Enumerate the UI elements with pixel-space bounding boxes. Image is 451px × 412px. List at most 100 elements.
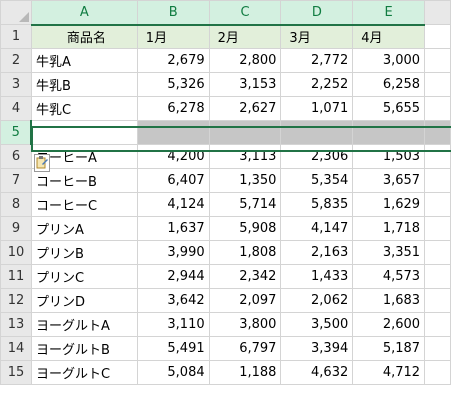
- cell[interactable]: 5,326: [136, 72, 210, 97]
- cell[interactable]: 牛乳A: [30, 48, 138, 73]
- cell[interactable]: [424, 120, 451, 145]
- row-header[interactable]: 2: [0, 48, 32, 73]
- row-header[interactable]: 5: [0, 120, 33, 145]
- row-header[interactable]: 15: [0, 360, 32, 385]
- cell[interactable]: [424, 216, 451, 241]
- cell[interactable]: 1,350: [208, 168, 282, 193]
- cell[interactable]: 5,084: [136, 360, 210, 385]
- cell[interactable]: 3,110: [136, 312, 210, 337]
- cell[interactable]: [424, 96, 451, 121]
- cell[interactable]: 2,627: [208, 96, 282, 121]
- cell[interactable]: 2,163: [280, 240, 354, 265]
- cell[interactable]: [424, 144, 451, 169]
- cell[interactable]: 3,500: [280, 312, 354, 337]
- row-header[interactable]: 12: [0, 288, 32, 313]
- paste-options-icon[interactable]: [34, 154, 50, 172]
- column-header-c[interactable]: C: [208, 0, 282, 26]
- cell[interactable]: 5,491: [136, 336, 210, 361]
- row-header[interactable]: 7: [0, 168, 32, 193]
- cell[interactable]: [424, 168, 451, 193]
- cell[interactable]: [424, 24, 451, 49]
- cell[interactable]: 1,637: [136, 216, 210, 241]
- cell[interactable]: コーヒーB: [30, 168, 138, 193]
- cell[interactable]: 1,433: [280, 264, 354, 289]
- cell[interactable]: 1,503: [352, 144, 426, 169]
- cell[interactable]: プリンB: [30, 240, 138, 265]
- row-header[interactable]: 6: [0, 144, 32, 169]
- cell[interactable]: プリンA: [30, 216, 138, 241]
- cell[interactable]: 2,342: [208, 264, 282, 289]
- select-all-corner[interactable]: [0, 0, 32, 25]
- cell[interactable]: 2,600: [352, 312, 426, 337]
- cell[interactable]: 2,097: [208, 288, 282, 313]
- cell[interactable]: 1,808: [208, 240, 282, 265]
- row-header[interactable]: 13: [0, 312, 32, 337]
- cell[interactable]: 4,573: [352, 264, 426, 289]
- cell[interactable]: [136, 120, 210, 145]
- cell[interactable]: 6,797: [208, 336, 282, 361]
- cell[interactable]: 1,071: [280, 96, 354, 121]
- cell[interactable]: [424, 72, 451, 97]
- cell[interactable]: [424, 192, 451, 217]
- cell[interactable]: 3,657: [352, 168, 426, 193]
- row-header[interactable]: 8: [0, 192, 32, 217]
- cell[interactable]: ヨーグルトB: [30, 336, 138, 361]
- cell[interactable]: [424, 48, 451, 73]
- cell[interactable]: 1,629: [352, 192, 426, 217]
- cell[interactable]: 1,718: [352, 216, 426, 241]
- column-header-d[interactable]: D: [280, 0, 354, 26]
- column-header-e[interactable]: E: [352, 0, 426, 26]
- cell[interactable]: [424, 240, 451, 265]
- cell[interactable]: 3月: [280, 24, 354, 49]
- cell[interactable]: 3,000: [352, 48, 426, 73]
- row-header[interactable]: 10: [0, 240, 32, 265]
- cell[interactable]: [424, 288, 451, 313]
- cell[interactable]: 1,188: [208, 360, 282, 385]
- column-header-f[interactable]: [424, 0, 451, 25]
- row-header[interactable]: 9: [0, 216, 32, 241]
- cell[interactable]: 2,062: [280, 288, 354, 313]
- cell[interactable]: 3,800: [208, 312, 282, 337]
- cell[interactable]: [424, 312, 451, 337]
- cell[interactable]: 3,113: [208, 144, 282, 169]
- row-header[interactable]: 4: [0, 96, 32, 121]
- cell[interactable]: 4,632: [280, 360, 354, 385]
- cell[interactable]: 3,394: [280, 336, 354, 361]
- cell[interactable]: 4,124: [136, 192, 210, 217]
- cell[interactable]: [30, 120, 138, 145]
- cell[interactable]: 2,252: [280, 72, 354, 97]
- cell[interactable]: 3,642: [136, 288, 210, 313]
- cell[interactable]: 5,908: [208, 216, 282, 241]
- cell[interactable]: 5,354: [280, 168, 354, 193]
- cell[interactable]: ヨーグルトC: [30, 360, 138, 385]
- cell[interactable]: 2,944: [136, 264, 210, 289]
- cell[interactable]: [424, 264, 451, 289]
- cell[interactable]: 6,258: [352, 72, 426, 97]
- row-header[interactable]: 3: [0, 72, 32, 97]
- cell[interactable]: 5,655: [352, 96, 426, 121]
- cell[interactable]: [208, 120, 282, 145]
- row-header[interactable]: 14: [0, 336, 32, 361]
- cell[interactable]: 5,187: [352, 336, 426, 361]
- cell[interactable]: 1,683: [352, 288, 426, 313]
- cell[interactable]: 1月: [136, 24, 210, 49]
- cell[interactable]: 4月: [352, 24, 426, 49]
- cell[interactable]: 2,800: [208, 48, 282, 73]
- cell[interactable]: 牛乳B: [30, 72, 138, 97]
- cell[interactable]: 2,679: [136, 48, 210, 73]
- cell[interactable]: プリンC: [30, 264, 138, 289]
- cell[interactable]: 4,712: [352, 360, 426, 385]
- cell[interactable]: 3,153: [208, 72, 282, 97]
- cell[interactable]: [280, 120, 354, 145]
- column-header-b[interactable]: B: [136, 0, 210, 26]
- cell[interactable]: 4,147: [280, 216, 354, 241]
- cell[interactable]: 2,306: [280, 144, 354, 169]
- cell[interactable]: 3,990: [136, 240, 210, 265]
- cell[interactable]: 2,772: [280, 48, 354, 73]
- cell[interactable]: 商品名: [30, 24, 138, 49]
- column-header-a[interactable]: A: [30, 0, 138, 26]
- cell[interactable]: コーヒーC: [30, 192, 138, 217]
- cell[interactable]: [424, 360, 451, 385]
- cell[interactable]: ヨーグルトA: [30, 312, 138, 337]
- row-header[interactable]: 1: [0, 24, 32, 49]
